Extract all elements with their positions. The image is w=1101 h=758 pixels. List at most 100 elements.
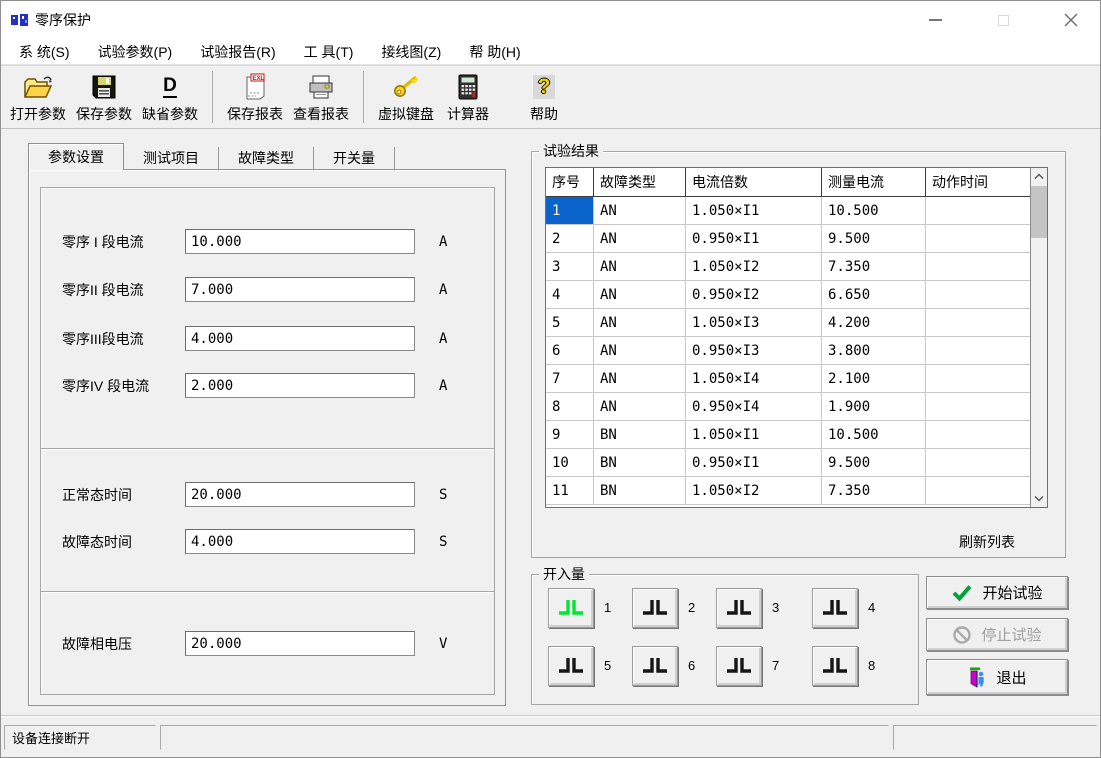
digital-input-switch-6[interactable] — [632, 646, 678, 686]
cell-action-time[interactable] — [926, 393, 1030, 421]
fault-state-time-input[interactable] — [185, 529, 415, 554]
view-report-button[interactable]: 查看报表 — [288, 68, 354, 126]
menu-item-system[interactable]: 系 统(S) — [9, 40, 80, 64]
maximize-button[interactable] — [980, 1, 1026, 39]
cell-index[interactable]: 5 — [546, 309, 594, 337]
digital-input-switch-1[interactable] — [548, 588, 594, 628]
save-params-button[interactable]: 保存参数 — [71, 68, 137, 126]
tab-fault-types[interactable]: 故障类型 — [219, 147, 314, 169]
cell-current-multiple[interactable]: 0.950×I1 — [686, 449, 822, 477]
cell-measured-current[interactable]: 7.350 — [822, 253, 926, 281]
cell-index[interactable]: 9 — [546, 421, 594, 449]
save-report-button[interactable]: EXL 保存报表 — [222, 68, 288, 126]
virtual-keyboard-button[interactable]: 虚拟键盘 — [373, 68, 439, 126]
cell-action-time[interactable] — [926, 337, 1030, 365]
cell-current-multiple[interactable]: 0.950×I1 — [686, 225, 822, 253]
cell-index[interactable]: 4 — [546, 281, 594, 309]
cell-current-multiple[interactable]: 0.950×I2 — [686, 281, 822, 309]
fault-phase-voltage-input[interactable] — [185, 631, 415, 656]
zero-seq-IV-current-input[interactable] — [185, 373, 415, 398]
vertical-scrollbar[interactable] — [1030, 168, 1047, 507]
cell-current-multiple[interactable]: 1.050×I3 — [686, 309, 822, 337]
tab-switch-values[interactable]: 开关量 — [314, 147, 395, 169]
cell-index[interactable]: 6 — [546, 337, 594, 365]
cell-current-multiple[interactable]: 1.050×I1 — [686, 197, 822, 225]
cell-measured-current[interactable]: 9.500 — [822, 449, 926, 477]
cell-action-time[interactable] — [926, 253, 1030, 281]
col-header-measured-current[interactable]: 测量电流 — [822, 168, 926, 196]
digital-input-switch-8[interactable] — [812, 646, 858, 686]
cell-fault-type[interactable]: AN — [594, 393, 686, 421]
col-header-action-time[interactable]: 动作时间 — [926, 168, 1030, 196]
cell-fault-type[interactable]: AN — [594, 197, 686, 225]
menu-item-wiring-diagram[interactable]: 接线图(Z) — [371, 40, 451, 64]
cell-fault-type[interactable]: BN — [594, 477, 686, 505]
digital-input-switch-4[interactable] — [812, 588, 858, 628]
cell-fault-type[interactable]: AN — [594, 253, 686, 281]
calculator-button[interactable]: 计算器 — [439, 68, 497, 126]
cell-current-multiple[interactable]: 1.050×I2 — [686, 253, 822, 281]
close-button[interactable] — [1048, 1, 1094, 39]
cell-measured-current[interactable]: 10.500 — [822, 421, 926, 449]
cell-index[interactable]: 10 — [546, 449, 594, 477]
digital-input-switch-5[interactable] — [548, 646, 594, 686]
cell-index[interactable]: 8 — [546, 393, 594, 421]
help-button[interactable]: ? 帮助 — [519, 68, 569, 126]
cell-measured-current[interactable]: 10.500 — [822, 197, 926, 225]
cell-index[interactable]: 3 — [546, 253, 594, 281]
stop-test-button[interactable]: 停止试验 — [926, 618, 1068, 651]
cell-current-multiple[interactable]: 1.050×I1 — [686, 421, 822, 449]
scroll-down-icon[interactable] — [1031, 490, 1047, 507]
cell-action-time[interactable] — [926, 421, 1030, 449]
cell-fault-type[interactable]: AN — [594, 281, 686, 309]
cell-measured-current[interactable]: 2.100 — [822, 365, 926, 393]
cell-fault-type[interactable]: AN — [594, 365, 686, 393]
tab-param-settings[interactable]: 参数设置 — [28, 143, 124, 170]
cell-measured-current[interactable]: 6.650 — [822, 281, 926, 309]
cell-fault-type[interactable]: BN — [594, 421, 686, 449]
cell-current-multiple[interactable]: 1.050×I4 — [686, 365, 822, 393]
cell-action-time[interactable] — [926, 365, 1030, 393]
cell-measured-current[interactable]: 7.350 — [822, 477, 926, 505]
cell-action-time[interactable] — [926, 449, 1030, 477]
cell-fault-type[interactable]: AN — [594, 225, 686, 253]
col-header-current-multiple[interactable]: 电流倍数 — [686, 168, 822, 196]
cell-index[interactable]: 11 — [546, 477, 594, 505]
exit-button[interactable]: 退出 — [926, 659, 1068, 695]
zero-seq-I-current-input[interactable] — [185, 229, 415, 254]
cell-fault-type[interactable]: BN — [594, 449, 686, 477]
default-params-button[interactable]: D 缺省参数 — [137, 68, 203, 126]
cell-index[interactable]: 2 — [546, 225, 594, 253]
normal-state-time-input[interactable] — [185, 482, 415, 507]
menu-item-help[interactable]: 帮 助(H) — [459, 40, 530, 64]
tab-test-items[interactable]: 测试项目 — [124, 147, 219, 169]
cell-fault-type[interactable]: AN — [594, 337, 686, 365]
zero-seq-III-current-input[interactable] — [185, 326, 415, 351]
cell-measured-current[interactable]: 4.200 — [822, 309, 926, 337]
cell-action-time[interactable] — [926, 309, 1030, 337]
scrollbar-thumb[interactable] — [1031, 186, 1047, 238]
cell-current-multiple[interactable]: 0.950×I3 — [686, 337, 822, 365]
minimize-button[interactable] — [912, 1, 958, 39]
digital-input-switch-3[interactable] — [716, 588, 762, 628]
open-params-button[interactable]: 打开参数 — [5, 68, 71, 126]
menu-item-test-params[interactable]: 试验参数(P) — [88, 40, 183, 64]
digital-input-switch-7[interactable] — [716, 646, 762, 686]
col-header-index[interactable]: 序号 — [546, 168, 594, 196]
cell-measured-current[interactable]: 9.500 — [822, 225, 926, 253]
cell-action-time[interactable] — [926, 477, 1030, 505]
cell-action-time[interactable] — [926, 225, 1030, 253]
menu-item-tools[interactable]: 工 具(T) — [294, 40, 364, 64]
cell-fault-type[interactable]: AN — [594, 309, 686, 337]
cell-measured-current[interactable]: 3.800 — [822, 337, 926, 365]
scroll-up-icon[interactable] — [1031, 168, 1047, 185]
cell-current-multiple[interactable]: 0.950×I4 — [686, 393, 822, 421]
cell-measured-current[interactable]: 1.900 — [822, 393, 926, 421]
start-test-button[interactable]: 开始试验 — [926, 576, 1068, 609]
cell-current-multiple[interactable]: 1.050×I2 — [686, 477, 822, 505]
cell-action-time[interactable] — [926, 281, 1030, 309]
menu-item-test-report[interactable]: 试验报告(R) — [190, 40, 285, 64]
zero-seq-II-current-input[interactable] — [185, 277, 415, 302]
selected-cell-index[interactable]: 1 — [546, 197, 594, 225]
cell-index[interactable]: 7 — [546, 365, 594, 393]
